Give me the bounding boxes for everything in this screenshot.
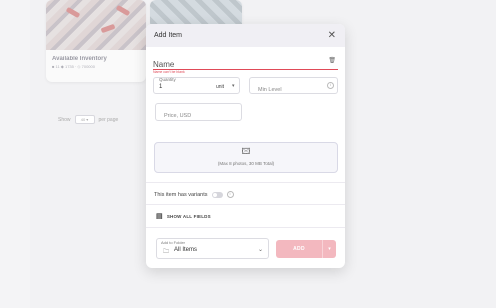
add-options-dropdown[interactable]: ▾: [322, 240, 336, 258]
quantity-value: 1: [159, 84, 163, 90]
per-page-select[interactable]: 40 ▾: [74, 115, 95, 124]
folder-value: All Items: [174, 247, 198, 253]
upload-hint: (Max 8 photos, 30 MB Total): [217, 161, 275, 166]
folder-select[interactable]: Add to Folder 🗀 All Items ⌄: [156, 238, 269, 259]
unit-select[interactable]: unit: [216, 84, 224, 90]
card-title: Available Inventory: [52, 56, 107, 62]
divider: [146, 204, 345, 205]
price-input[interactable]: [162, 112, 236, 120]
folder-icon: 🗀: [163, 249, 170, 255]
chevron-down-icon: ⌄: [257, 247, 263, 253]
inventory-card[interactable]: Available Inventory ■ 11 ◆ 1735 · ◇ 7000…: [46, 0, 146, 82]
pager-per-page-label: per page: [98, 116, 119, 123]
min-level-field: i: [249, 77, 338, 94]
info-icon[interactable]: i: [327, 82, 334, 89]
pager-show-label: Show: [58, 116, 71, 123]
pagination: Show 40 ▾ per page: [58, 115, 118, 124]
image-add-icon: 🖾: [241, 147, 251, 156]
add-button-group: ADD ▾: [276, 240, 336, 258]
name-field: 🗑: [153, 54, 338, 70]
show-all-fields-label: SHOW ALL FIELDS: [166, 213, 211, 219]
min-level-input[interactable]: [256, 86, 326, 94]
left-strip: [0, 0, 30, 308]
close-icon[interactable]: ✕: [328, 30, 336, 41]
name-input[interactable]: [153, 57, 323, 69]
fields-icon: ▤: [156, 213, 163, 220]
divider: [146, 227, 345, 228]
photo-upload-area[interactable]: 🖾 (Max 8 photos, 30 MB Total): [154, 142, 338, 173]
chevron-down-icon[interactable]: ▾: [232, 83, 235, 89]
add-item-modal: Add Item ✕ 🗑 Name can't be blank Quantit…: [146, 24, 345, 268]
show-all-fields-button[interactable]: ▤ SHOW ALL FIELDS: [156, 212, 211, 220]
variants-row: This item has variants i: [154, 191, 234, 198]
price-field: [155, 103, 242, 121]
modal-header: Add Item ✕: [146, 24, 345, 47]
trash-icon[interactable]: 🗑: [328, 57, 336, 64]
divider: [146, 182, 345, 183]
card-image: [46, 0, 146, 50]
card-meta: ■ 11 ◆ 1735 · ◇ 700000: [52, 64, 95, 69]
info-icon[interactable]: i: [226, 191, 234, 198]
add-button[interactable]: ADD: [276, 240, 322, 258]
quantity-field[interactable]: Quantity 1 unit ▾: [153, 77, 240, 94]
modal-title: Add Item: [154, 32, 183, 39]
quantity-label: Quantity: [159, 77, 176, 82]
variants-label: This item has variants: [154, 191, 208, 198]
name-error: Name can't be blank: [153, 70, 185, 74]
variants-toggle[interactable]: [211, 191, 223, 198]
folder-label: Add to Folder: [161, 240, 186, 245]
